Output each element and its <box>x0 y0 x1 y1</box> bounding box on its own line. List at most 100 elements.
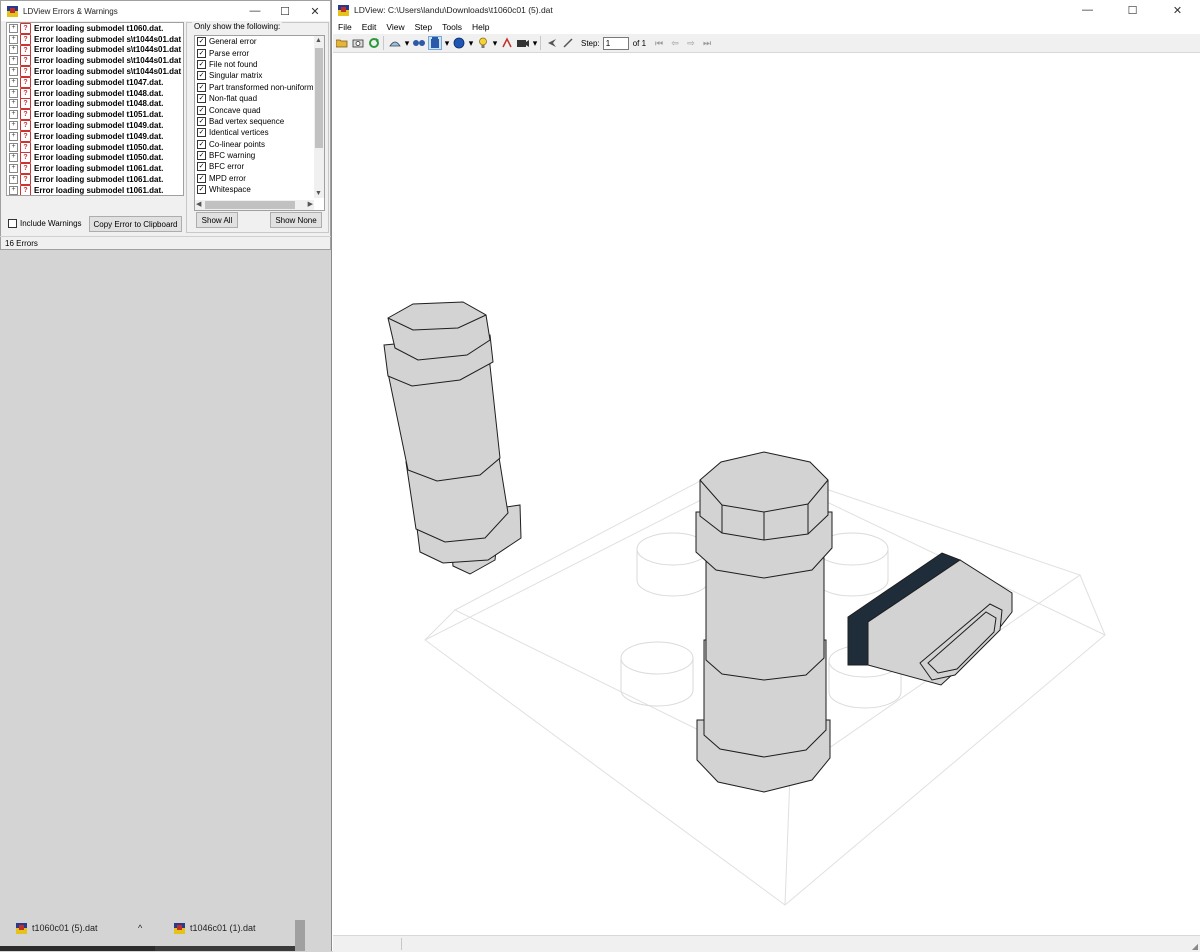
error-row[interactable]: +? Error loading submodel t1047.dat. <box>7 76 183 88</box>
dropdown-arrow-icon[interactable]: ▾ <box>492 36 498 50</box>
expand-plus-icon[interactable]: + <box>9 110 18 120</box>
expand-plus-icon[interactable]: + <box>9 34 18 44</box>
filter-item[interactable]: ✓ BFC error <box>195 161 324 172</box>
scroll-left-icon[interactable]: ◀ <box>196 200 201 208</box>
show-all-button[interactable]: Show All <box>196 212 238 228</box>
error-row[interactable]: +? Error loading submodel t1060.dat. <box>7 23 183 34</box>
globe-icon[interactable] <box>452 36 466 50</box>
expand-plus-icon[interactable]: + <box>9 77 18 87</box>
expand-plus-icon[interactable]: + <box>9 121 18 131</box>
filter-item[interactable]: ✓ File not found <box>195 59 324 70</box>
filter-item[interactable]: ✓ BFC warning <box>195 150 324 161</box>
dropdown-arrow-icon[interactable]: ▾ <box>404 36 410 50</box>
scroll-right-icon[interactable]: ▶ <box>308 200 313 208</box>
filter-item[interactable]: ✓ Concave quad <box>195 104 324 115</box>
expand-plus-icon[interactable]: + <box>9 99 18 109</box>
menu-edit[interactable]: Edit <box>362 22 377 32</box>
expand-plus-icon[interactable]: + <box>9 153 18 163</box>
view-angle-icon[interactable] <box>388 36 402 50</box>
menu-tools[interactable]: Tools <box>442 22 462 32</box>
menu-view[interactable]: View <box>386 22 404 32</box>
taskbar-item-2[interactable]: t1046c01 (1).dat ^ <box>168 913 308 943</box>
step-input[interactable]: 1 <box>602 36 629 50</box>
filter-checkbox[interactable]: ✓ <box>197 173 206 183</box>
filter-checkbox[interactable]: ✓ <box>197 151 206 161</box>
filter-checkbox[interactable]: ✓ <box>197 37 206 47</box>
filter-checkbox[interactable]: ✓ <box>197 128 206 138</box>
error-row[interactable]: +? Error loading submodel t1049.dat. <box>7 120 183 132</box>
dropdown-arrow-icon[interactable]: ▾ <box>468 36 474 50</box>
filter-checkbox[interactable]: ✓ <box>197 71 206 81</box>
expand-plus-icon[interactable]: + <box>9 23 18 33</box>
error-row[interactable]: +? Error loading submodel t1048.dat. <box>7 87 183 99</box>
minimize-button[interactable]: — <box>1065 0 1110 20</box>
dropdown-arrow-icon[interactable]: ▾ <box>532 36 538 50</box>
error-row[interactable]: +? Error loading submodel t1050.dat. <box>7 152 183 164</box>
model-viewport[interactable] <box>333 53 1200 935</box>
minimize-button[interactable]: — <box>240 1 270 21</box>
brick-mode-icon[interactable] <box>428 36 442 50</box>
expand-plus-icon[interactable]: + <box>9 56 18 66</box>
show-none-button[interactable]: Show None <box>270 212 322 228</box>
expand-plus-icon[interactable]: + <box>9 164 18 174</box>
filter-item[interactable]: ✓ General error <box>195 36 324 47</box>
error-row[interactable]: +? Error loading submodel t1050.dat. <box>7 141 183 153</box>
filter-checkbox[interactable]: ✓ <box>197 48 206 58</box>
close-button[interactable]: ✕ <box>300 1 330 21</box>
filter-horizontal-scrollbar[interactable]: ◀ ▶ <box>195 200 314 210</box>
camera-icon[interactable] <box>516 36 530 50</box>
filter-checkbox[interactable]: ✓ <box>197 185 206 195</box>
error-row[interactable]: +? Error loading submodel s\t1044s01.dat <box>7 55 183 67</box>
maximize-button[interactable]: ☐ <box>270 1 300 21</box>
error-row[interactable]: +? Error loading submodel t1048.dat. <box>7 98 183 110</box>
main-titlebar[interactable]: LDView: C:\Users\landu\Downloads\t1060c0… <box>332 0 1200 20</box>
filter-item[interactable]: ✓ MPD error <box>195 173 324 184</box>
filter-checkbox[interactable]: ✓ <box>197 116 206 126</box>
filter-checkbox[interactable]: ✓ <box>197 94 206 104</box>
filter-checkbox[interactable]: ✓ <box>197 59 206 69</box>
filter-item[interactable]: ✓ Singular matrix <box>195 70 324 81</box>
next-step-icon[interactable]: ⇨ <box>684 36 698 50</box>
error-row[interactable]: +? Error loading submodel t1051.dat. <box>7 109 183 121</box>
last-step-icon[interactable]: ⏭ <box>700 36 714 50</box>
filter-hscroll-thumb[interactable] <box>205 201 295 209</box>
error-row[interactable]: +? Error loading submodel s\t1044s01.dat <box>7 33 183 45</box>
resize-grip-icon[interactable]: ◢ <box>1192 942 1198 951</box>
taskbar-item-1[interactable]: t1060c01 (5).dat ^ <box>10 913 150 943</box>
filter-checkbox[interactable]: ✓ <box>197 82 206 92</box>
primitive-substitution-icon[interactable] <box>500 36 514 50</box>
close-button[interactable]: ✕ <box>1155 0 1200 20</box>
filter-item[interactable]: ✓ Bad vertex sequence <box>195 116 324 127</box>
menu-file[interactable]: File <box>338 22 352 32</box>
filter-checkbox[interactable]: ✓ <box>197 162 206 172</box>
include-warnings-box[interactable] <box>8 219 17 228</box>
filter-item[interactable]: ✓ Co-linear points <box>195 139 324 150</box>
maximize-button[interactable]: ☐ <box>1110 0 1155 20</box>
pointer-mode-icon[interactable] <box>545 36 559 50</box>
open-file-icon[interactable] <box>335 36 349 50</box>
error-row[interactable]: +? Error loading submodel t1061.dat. <box>7 174 183 186</box>
expand-plus-icon[interactable]: + <box>9 88 18 98</box>
filter-scroll-thumb[interactable] <box>315 48 323 148</box>
filter-checkbox[interactable]: ✓ <box>197 105 206 115</box>
expand-plus-icon[interactable]: + <box>9 142 18 152</box>
expand-plus-icon[interactable]: + <box>9 67 18 77</box>
error-row[interactable]: +? Error loading submodel t1061.dat. <box>7 184 183 195</box>
menu-help[interactable]: Help <box>472 22 489 32</box>
scroll-down-icon[interactable]: ▼ <box>315 190 322 197</box>
filter-vertical-scrollbar[interactable]: ▲ ▼ <box>314 36 324 198</box>
examine-mode-icon[interactable] <box>412 36 426 50</box>
dropdown-arrow-icon[interactable]: ▾ <box>444 36 450 50</box>
filter-item[interactable]: ✓ Non-flat quad <box>195 93 324 104</box>
reload-icon[interactable] <box>367 36 381 50</box>
error-tree-list[interactable]: +? Error loading submodel t1060.dat. +? Err… <box>6 22 184 196</box>
copy-error-button[interactable]: Copy Error to Clipboard <box>89 216 182 232</box>
prev-step-icon[interactable]: ⇦ <box>668 36 682 50</box>
error-row[interactable]: +? Error loading submodel s\t1044s01.dat <box>7 66 183 78</box>
expand-plus-icon[interactable]: + <box>9 45 18 55</box>
expand-plus-icon[interactable]: + <box>9 175 18 185</box>
save-snapshot-icon[interactable] <box>351 36 365 50</box>
menu-step[interactable]: Step <box>415 22 433 32</box>
expand-plus-icon[interactable]: + <box>9 185 18 195</box>
error-row[interactable]: +? Error loading submodel t1061.dat. <box>7 163 183 175</box>
